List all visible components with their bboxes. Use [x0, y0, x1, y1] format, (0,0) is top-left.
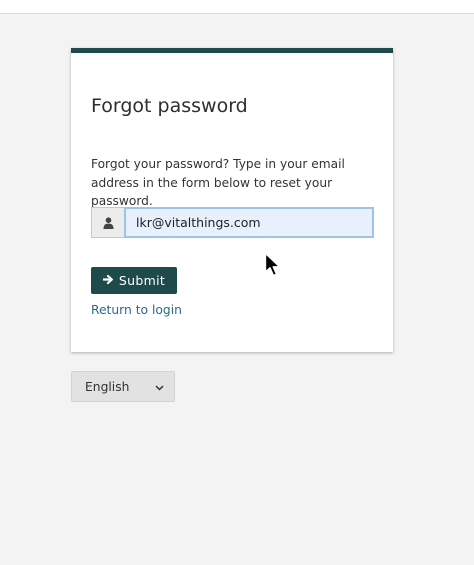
mouse-cursor-icon: [264, 252, 282, 278]
email-input-group: [91, 207, 374, 238]
arrow-right-icon: [102, 273, 114, 288]
page-title: Forgot password: [91, 95, 248, 117]
language-selected-value: English: [85, 379, 130, 394]
submit-button-label: Submit: [118, 273, 166, 288]
user-icon: [91, 207, 124, 238]
top-bar: [0, 0, 474, 14]
submit-button[interactable]: Submit: [91, 267, 177, 294]
chevron-down-icon: [155, 380, 164, 394]
language-select[interactable]: English: [71, 371, 175, 402]
forgot-password-card: Forgot password Forgot your password? Ty…: [71, 48, 393, 352]
email-field[interactable]: [124, 207, 374, 238]
return-to-login-link[interactable]: Return to login: [91, 303, 182, 317]
instructions-text: Forgot your password? Type in your email…: [91, 157, 345, 208]
